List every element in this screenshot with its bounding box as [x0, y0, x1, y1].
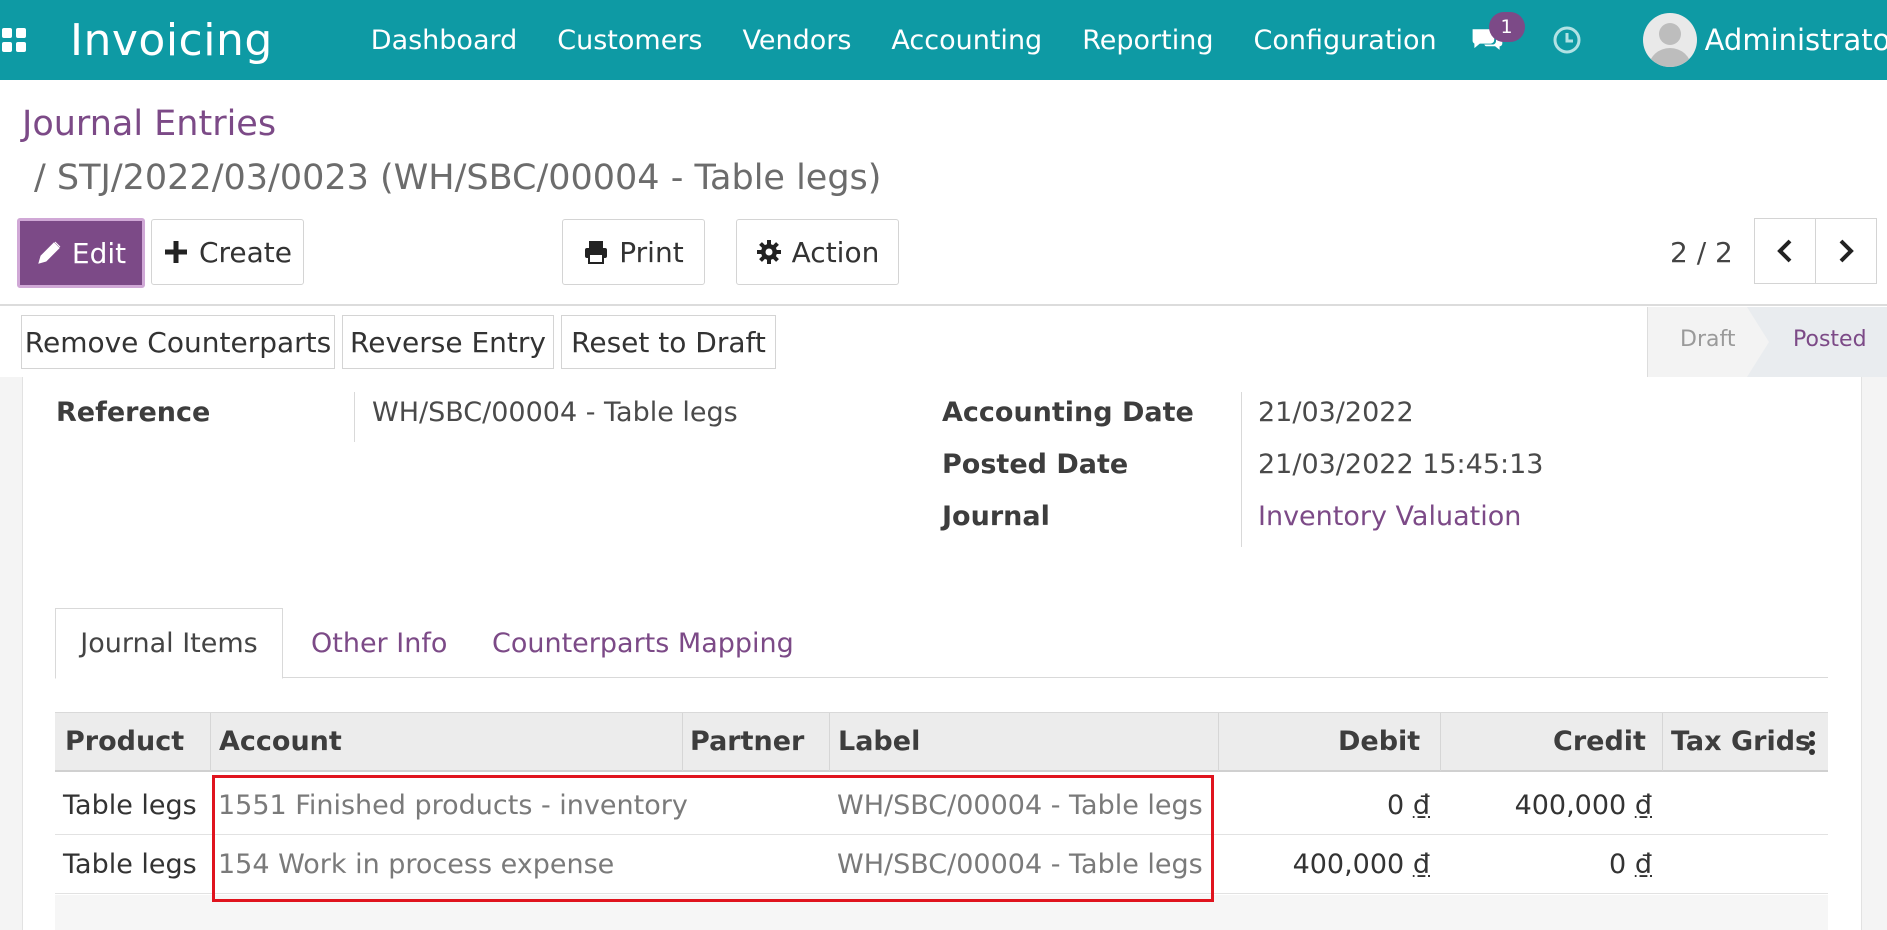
tabs-underline: [55, 677, 1828, 678]
menu-customers[interactable]: Customers: [537, 25, 722, 56]
edit-button[interactable]: Edit: [17, 218, 145, 288]
tab-other-info[interactable]: Other Info: [311, 628, 447, 659]
column-separator: [682, 713, 683, 771]
chevron-left-icon: [1777, 239, 1792, 263]
print-button-label: Print: [619, 235, 684, 269]
activities-clock-icon[interactable]: [1543, 0, 1591, 80]
stage-posted-label: Posted: [1793, 327, 1867, 352]
column-separator: [1440, 713, 1441, 771]
posted-date-value: 21/03/2022 15:45:13: [1258, 449, 1544, 480]
top-navbar: Invoicing Dashboard Customers Vendors Ac…: [0, 0, 1887, 80]
breadcrumb-current-record: / STJ/2022/03/0023 (WH/SBC/00004 - Table…: [34, 158, 882, 198]
pager-previous-button[interactable]: [1754, 218, 1816, 284]
posted-date-label: Posted Date: [942, 449, 1129, 480]
print-button[interactable]: Print: [562, 219, 705, 285]
row-product: Table legs: [63, 849, 197, 880]
journal-value-link[interactable]: Inventory Valuation: [1258, 501, 1521, 532]
row-debit: 400,000 ₫: [1292, 849, 1430, 880]
optional-columns-icon[interactable]: [1808, 730, 1816, 756]
reset-to-draft-button[interactable]: Reset to Draft: [561, 315, 776, 369]
highlight-box: [212, 775, 1214, 902]
column-tax-grids[interactable]: Tax Grids: [1671, 726, 1811, 757]
accounting-date-value: 21/03/2022: [1258, 397, 1414, 428]
breadcrumb: Journal Entries / STJ/2022/03/0023 (WH/S…: [22, 104, 881, 198]
reference-label: Reference: [56, 397, 211, 428]
column-product[interactable]: Product: [65, 726, 184, 757]
journal-label: Journal: [942, 501, 1050, 532]
apps-menu-icon[interactable]: [0, 0, 28, 80]
row-credit: 400,000 ₫: [1514, 790, 1652, 821]
create-button[interactable]: Create: [151, 219, 304, 285]
column-debit[interactable]: Debit: [1338, 726, 1420, 757]
breadcrumb-journal-entries[interactable]: Journal Entries: [22, 104, 881, 144]
column-separator: [829, 713, 830, 771]
reference-value: WH/SBC/00004 - Table legs: [372, 397, 738, 428]
pencil-icon: [38, 241, 61, 264]
printer-icon: [585, 241, 608, 264]
plus-icon: [164, 241, 187, 263]
tab-journal-items[interactable]: Journal Items: [55, 608, 283, 679]
field-divider: [1241, 392, 1242, 547]
stage-arrow: [1747, 307, 1769, 377]
column-separator: [1218, 713, 1219, 771]
menu-reporting[interactable]: Reporting: [1062, 25, 1233, 56]
pager-value[interactable]: 2 / 2: [1670, 236, 1733, 269]
reverse-entry-button[interactable]: Reverse Entry: [342, 315, 554, 369]
message-count-badge: 1: [1488, 12, 1525, 42]
menu-vendors[interactable]: Vendors: [722, 25, 871, 56]
chevron-right-icon: [1839, 239, 1854, 263]
column-account[interactable]: Account: [219, 726, 342, 757]
column-label[interactable]: Label: [838, 726, 920, 757]
remove-counterparts-button[interactable]: Remove Counterparts: [21, 315, 335, 369]
user-avatar[interactable]: [1642, 13, 1697, 67]
action-button-label: Action: [791, 235, 880, 269]
edit-button-label: Edit: [71, 236, 127, 270]
column-separator: [1662, 713, 1663, 771]
column-separator: [210, 713, 211, 771]
stage-draft: Draft: [1680, 327, 1736, 352]
pager-next-button[interactable]: [1815, 218, 1877, 284]
control-panel-divider: [0, 304, 1887, 306]
row-product: Table legs: [63, 790, 197, 821]
field-divider: [354, 392, 355, 442]
create-button-label: Create: [198, 235, 293, 269]
row-credit: 0 ₫: [1609, 849, 1652, 880]
action-button[interactable]: Action: [736, 219, 899, 285]
tab-counterparts-mapping[interactable]: Counterparts Mapping: [492, 628, 794, 659]
user-menu[interactable]: Administrator: [1705, 23, 1887, 57]
column-partner[interactable]: Partner: [690, 726, 804, 757]
app-title[interactable]: Invoicing: [70, 15, 273, 66]
gear-icon: [756, 240, 781, 264]
main-menu: Dashboard Customers Vendors Accounting R…: [351, 25, 1457, 56]
menu-accounting[interactable]: Accounting: [871, 25, 1062, 56]
column-credit[interactable]: Credit: [1553, 726, 1646, 757]
menu-dashboard[interactable]: Dashboard: [351, 25, 537, 56]
accounting-date-label: Accounting Date: [942, 397, 1194, 428]
row-debit: 0 ₫: [1387, 790, 1430, 821]
messages-button[interactable]: 1: [1457, 0, 1525, 80]
menu-configuration[interactable]: Configuration: [1233, 25, 1456, 56]
